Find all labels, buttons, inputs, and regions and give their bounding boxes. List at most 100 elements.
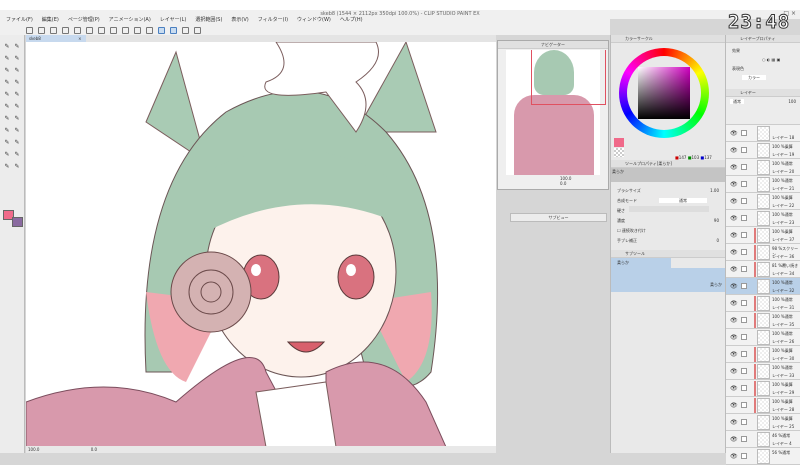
eye-icon[interactable]: 👁 <box>730 385 738 392</box>
eye-icon[interactable]: 👁 <box>730 368 738 375</box>
layer-row[interactable]: 👁 100 %通常 レイヤー 31 <box>726 295 800 312</box>
lock-checkbox[interactable] <box>741 249 747 255</box>
lock-checkbox[interactable] <box>741 419 747 425</box>
layer-row[interactable]: 👁 レイヤー 18 <box>726 125 800 142</box>
lock-checkbox[interactable] <box>741 300 747 306</box>
layer-row[interactable]: 👁 100 %乗算 レイヤー 19 <box>726 142 800 159</box>
lock-checkbox[interactable] <box>741 266 747 272</box>
lock-checkbox[interactable] <box>741 351 747 357</box>
eye-icon[interactable]: 👁 <box>730 453 738 460</box>
menu-item[interactable]: 選択範囲(S) <box>195 16 222 25</box>
menu-item[interactable]: アニメーション(A) <box>109 16 151 25</box>
ruler-tool-icon[interactable]: ✎ <box>13 115 21 122</box>
lock-checkbox[interactable] <box>741 198 747 204</box>
move-tool-icon[interactable]: ✎ <box>3 91 11 98</box>
save-icon[interactable] <box>50 26 57 34</box>
correction-tool-icon[interactable]: ✎ <box>3 139 11 146</box>
airbrush-tool-icon[interactable]: ✎ <box>3 151 11 158</box>
lock-checkbox[interactable] <box>741 368 747 374</box>
density-value[interactable]: 90 <box>714 216 719 226</box>
snap-ruler-icon[interactable] <box>158 26 165 34</box>
gradient-tool-icon[interactable]: ✎ <box>13 67 21 74</box>
transform-icon[interactable] <box>110 26 117 34</box>
menu-item[interactable]: レイヤー(L) <box>160 16 187 25</box>
layer-row[interactable]: 👁 100 %乗算 レイヤー 37 <box>726 227 800 244</box>
close-tab-icon[interactable]: × <box>78 36 81 41</box>
zoom-value[interactable]: 100.0 <box>28 447 39 452</box>
pencil-tool-icon[interactable]: ✎ <box>13 43 21 50</box>
layer-row[interactable]: 👁 100 %乗算 レイヤー 30 <box>726 346 800 363</box>
lock-checkbox[interactable] <box>741 385 747 391</box>
lock-checkbox[interactable] <box>741 147 747 153</box>
undo-icon[interactable] <box>62 26 69 34</box>
layer-row[interactable]: 👁 100 %乗算 レイヤー 29 <box>726 380 800 397</box>
snap-special-ruler-icon[interactable] <box>170 26 177 34</box>
main-color-swatch[interactable] <box>614 138 624 147</box>
lock-checkbox[interactable] <box>741 130 747 136</box>
eye-icon[interactable]: 👁 <box>730 181 738 188</box>
text-tool-icon[interactable]: ✎ <box>13 103 21 110</box>
layer-opacity[interactable]: 100 <box>788 99 796 104</box>
angle-value[interactable]: 0.0 <box>91 447 97 452</box>
navigator-angle[interactable]: 0.0 <box>498 181 608 186</box>
sub-color-swatch[interactable] <box>12 217 23 227</box>
brush-size-value[interactable]: 1.00 <box>710 186 719 196</box>
eye-icon[interactable]: 👁 <box>730 266 738 273</box>
lock-checkbox[interactable] <box>741 317 747 323</box>
menu-item[interactable]: ウィンドウ(W) <box>297 16 331 25</box>
layer-row[interactable]: 👁 98 %スクリーン レイヤー 36 <box>726 244 800 261</box>
menu-item[interactable]: ファイル(F) <box>6 16 33 25</box>
pen-tool-icon[interactable]: ✎ <box>3 43 11 50</box>
layer-row[interactable]: 👁 100 %通常 レイヤー 33 <box>726 363 800 380</box>
eye-icon[interactable]: 👁 <box>730 419 738 426</box>
redo-icon[interactable] <box>74 26 81 34</box>
clear-icon[interactable] <box>86 26 93 34</box>
hand-tool-icon[interactable]: ✎ <box>3 103 11 110</box>
eye-icon[interactable]: 👁 <box>730 215 738 222</box>
layer-blend-select[interactable]: 通常 <box>730 99 744 104</box>
lock-checkbox[interactable] <box>741 453 747 459</box>
eye-icon[interactable]: 👁 <box>730 198 738 205</box>
balloon-tool-icon[interactable]: ✎ <box>3 163 11 170</box>
eye-icon[interactable]: 👁 <box>730 334 738 341</box>
layer-row[interactable]: 👁 100 %通常 レイヤー 20 <box>726 159 800 176</box>
layer-row[interactable]: 👁 100 %通常 レイヤー 23 <box>726 210 800 227</box>
settings-icon[interactable] <box>194 26 201 34</box>
eye-icon[interactable]: 👁 <box>730 300 738 307</box>
eye-icon[interactable]: 👁 <box>730 402 738 409</box>
menu-item[interactable]: フィルター(I) <box>258 16 288 25</box>
deselect-icon[interactable] <box>122 26 129 34</box>
eye-icon[interactable]: 👁 <box>730 147 738 154</box>
blend-tool-icon[interactable]: ✎ <box>13 139 21 146</box>
navigator-preview[interactable] <box>506 50 606 175</box>
lock-checkbox[interactable] <box>741 232 747 238</box>
lock-checkbox[interactable] <box>741 402 747 408</box>
lock-checkbox[interactable] <box>741 283 747 289</box>
saturation-value-square[interactable] <box>638 67 690 119</box>
open-icon[interactable] <box>38 26 45 34</box>
layer-row[interactable]: 👁 46 %通常 レイヤー 4 <box>726 431 800 448</box>
frame-tool-icon[interactable]: ✎ <box>13 127 21 134</box>
eyedropper-tool-icon[interactable]: ✎ <box>3 115 11 122</box>
lock-checkbox[interactable] <box>741 215 747 221</box>
eye-icon[interactable]: 👁 <box>730 232 738 239</box>
layer-row[interactable]: 👁 100 %通常 レイヤー 35 <box>726 312 800 329</box>
transparent-color-swatch[interactable] <box>614 148 624 157</box>
layer-row[interactable]: 👁 100 %乗算 レイヤー 28 <box>726 397 800 414</box>
figure-tool-icon[interactable]: ✎ <box>3 127 11 134</box>
lock-checkbox[interactable] <box>741 181 747 187</box>
new-icon[interactable] <box>26 26 33 34</box>
layer-row[interactable]: 👁 56 %通常 <box>726 448 800 465</box>
menu-item[interactable]: 編集(E) <box>42 16 59 25</box>
brush-tool-icon[interactable]: ✎ <box>3 55 11 62</box>
menu-item[interactable]: 表示(V) <box>231 16 248 25</box>
expression-color-select[interactable]: カラー <box>742 75 766 80</box>
tab-skeb8[interactable]: skeb8 × <box>26 35 86 42</box>
blend-mode-select[interactable]: 通常 <box>659 198 707 203</box>
decoration-tool-icon[interactable]: ✎ <box>13 151 21 158</box>
zoom-tool-icon[interactable]: ✎ <box>13 91 21 98</box>
canvas[interactable] <box>26 42 496 447</box>
select-tool-icon[interactable]: ✎ <box>3 79 11 86</box>
eye-icon[interactable]: 👁 <box>730 436 738 443</box>
menu-item[interactable]: ヘルプ(H) <box>340 16 363 25</box>
